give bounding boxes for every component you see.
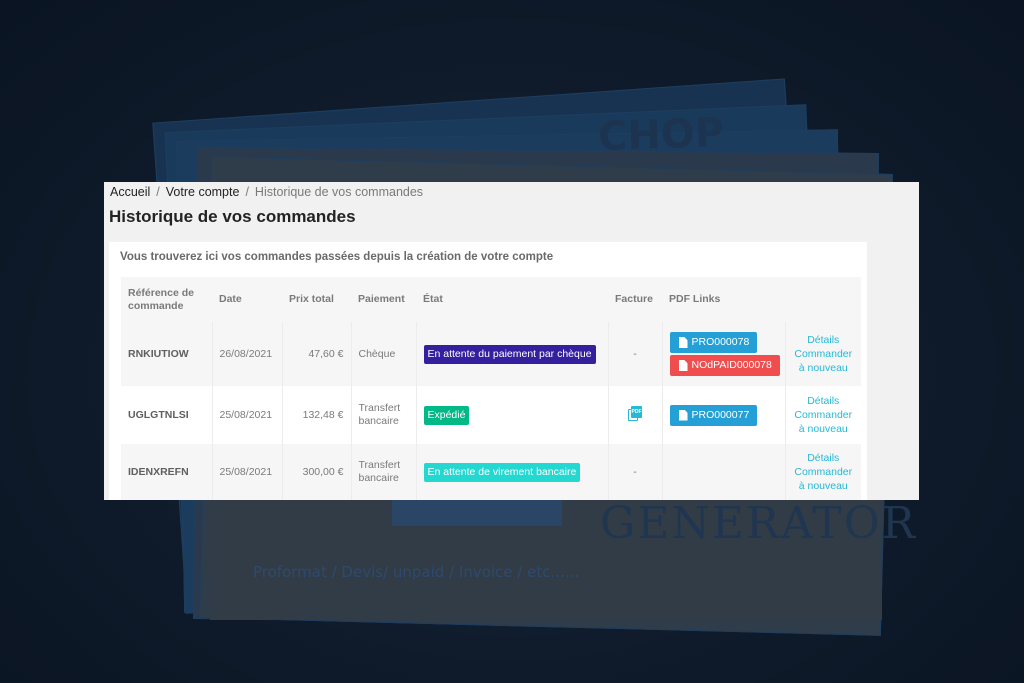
status-badge: Expédié bbox=[423, 405, 470, 425]
background-partial-text: CHOP bbox=[597, 109, 725, 161]
header-status: État bbox=[416, 277, 608, 322]
breadcrumb-separator: / bbox=[156, 185, 160, 199]
pdf-links-cell: PRO000077 bbox=[662, 386, 786, 444]
pdf-document-icon[interactable]: PDF bbox=[628, 405, 642, 421]
table-header-row: Référence de commande Date Prix total Pa… bbox=[121, 277, 861, 322]
background-card bbox=[392, 500, 562, 526]
order-actions: Détails Commander à nouveau bbox=[785, 444, 861, 500]
status-badge: En attente du paiement par chèque bbox=[423, 344, 596, 364]
details-link[interactable]: Détails bbox=[793, 451, 855, 465]
order-payment: Transfert bancaire bbox=[351, 386, 417, 444]
document-icon bbox=[678, 337, 688, 348]
pdf-link-label: PRO000077 bbox=[691, 408, 750, 421]
breadcrumb-separator: / bbox=[245, 185, 249, 199]
order-total: 47,60 € bbox=[282, 322, 352, 386]
order-status-cell: En attente de virement bancaire bbox=[416, 444, 609, 500]
status-badge: En attente de virement bancaire bbox=[423, 462, 581, 482]
header-payment: Paiement bbox=[351, 277, 416, 322]
intro-text: Vous trouverez ici vos commandes passées… bbox=[120, 251, 554, 263]
reorder-link[interactable]: Commander à nouveau bbox=[793, 347, 855, 375]
pdf-links-cell: PRO000078 NOdPAID000078 bbox=[662, 322, 786, 386]
header-invoice: Facture bbox=[608, 277, 662, 322]
table-row: IDENXREFN 25/08/2021 300,00 € Transfert … bbox=[121, 444, 861, 500]
details-link[interactable]: Détails bbox=[793, 333, 855, 347]
order-history-panel: Accueil / Votre compte / Historique de vos c… bbox=[104, 182, 919, 500]
reorder-link[interactable]: Commander à nouveau bbox=[793, 465, 855, 493]
background-generator-text: GENERATOR bbox=[600, 498, 917, 549]
reorder-link[interactable]: Commander à nouveau bbox=[793, 408, 855, 436]
document-icon bbox=[678, 360, 688, 371]
pdf-link-button[interactable]: NOdPAID000078 bbox=[669, 355, 780, 376]
order-payment: Transfert bancaire bbox=[351, 444, 417, 500]
breadcrumb-account[interactable]: Votre compte bbox=[166, 185, 240, 199]
order-date: 26/08/2021 bbox=[212, 322, 283, 386]
orders-table: Référence de commande Date Prix total Pa… bbox=[121, 277, 861, 500]
order-invoice-cell: PDF bbox=[608, 386, 663, 444]
order-actions: Détails Commander à nouveau bbox=[785, 322, 861, 386]
order-invoice: - bbox=[608, 322, 663, 386]
order-reference: UGLGTNLSI bbox=[121, 386, 213, 444]
order-actions: Détails Commander à nouveau bbox=[785, 386, 861, 444]
pdf-link-button[interactable]: PRO000078 bbox=[669, 332, 758, 353]
pdf-links-cell bbox=[662, 444, 786, 500]
breadcrumb-current: Historique de vos commandes bbox=[254, 185, 424, 199]
order-reference: IDENXREFN bbox=[121, 444, 213, 500]
breadcrumb-home[interactable]: Accueil bbox=[110, 185, 150, 199]
details-link[interactable]: Détails bbox=[793, 394, 855, 408]
order-date: 25/08/2021 bbox=[212, 386, 283, 444]
background-proforma-text: Proformat / Devis/ unpaid / Invoice / et… bbox=[253, 563, 580, 581]
page-title: Historique de vos commandes bbox=[109, 207, 356, 226]
orders-card: Vous trouverez ici vos commandes passées… bbox=[109, 242, 867, 500]
pdf-link-label: PRO000078 bbox=[691, 336, 750, 348]
document-icon bbox=[678, 409, 688, 421]
order-reference: RNKIUTIOW bbox=[121, 322, 213, 386]
breadcrumb: Accueil / Votre compte / Historique de vos c… bbox=[110, 185, 423, 199]
pdf-link-button[interactable]: PRO000077 bbox=[669, 404, 758, 426]
header-date: Date bbox=[212, 277, 282, 322]
order-status-cell: En attente du paiement par chèque bbox=[416, 322, 609, 386]
order-total: 132,48 € bbox=[282, 386, 352, 444]
order-total: 300,00 € bbox=[282, 444, 352, 500]
header-actions bbox=[785, 277, 861, 322]
order-status-cell: Expédié bbox=[416, 386, 609, 444]
header-total: Prix total bbox=[282, 277, 351, 322]
table-row: RNKIUTIOW 26/08/2021 47,60 € Chèque En a… bbox=[121, 322, 861, 386]
header-pdf-links: PDF Links bbox=[662, 277, 785, 322]
order-date: 25/08/2021 bbox=[212, 444, 283, 500]
pdf-link-label: NOdPAID000078 bbox=[691, 359, 772, 371]
order-payment: Chèque bbox=[351, 322, 417, 386]
order-invoice: - bbox=[608, 444, 663, 500]
table-row: UGLGTNLSI 25/08/2021 132,48 € Transfert … bbox=[121, 386, 861, 444]
header-reference: Référence de commande bbox=[121, 277, 212, 322]
